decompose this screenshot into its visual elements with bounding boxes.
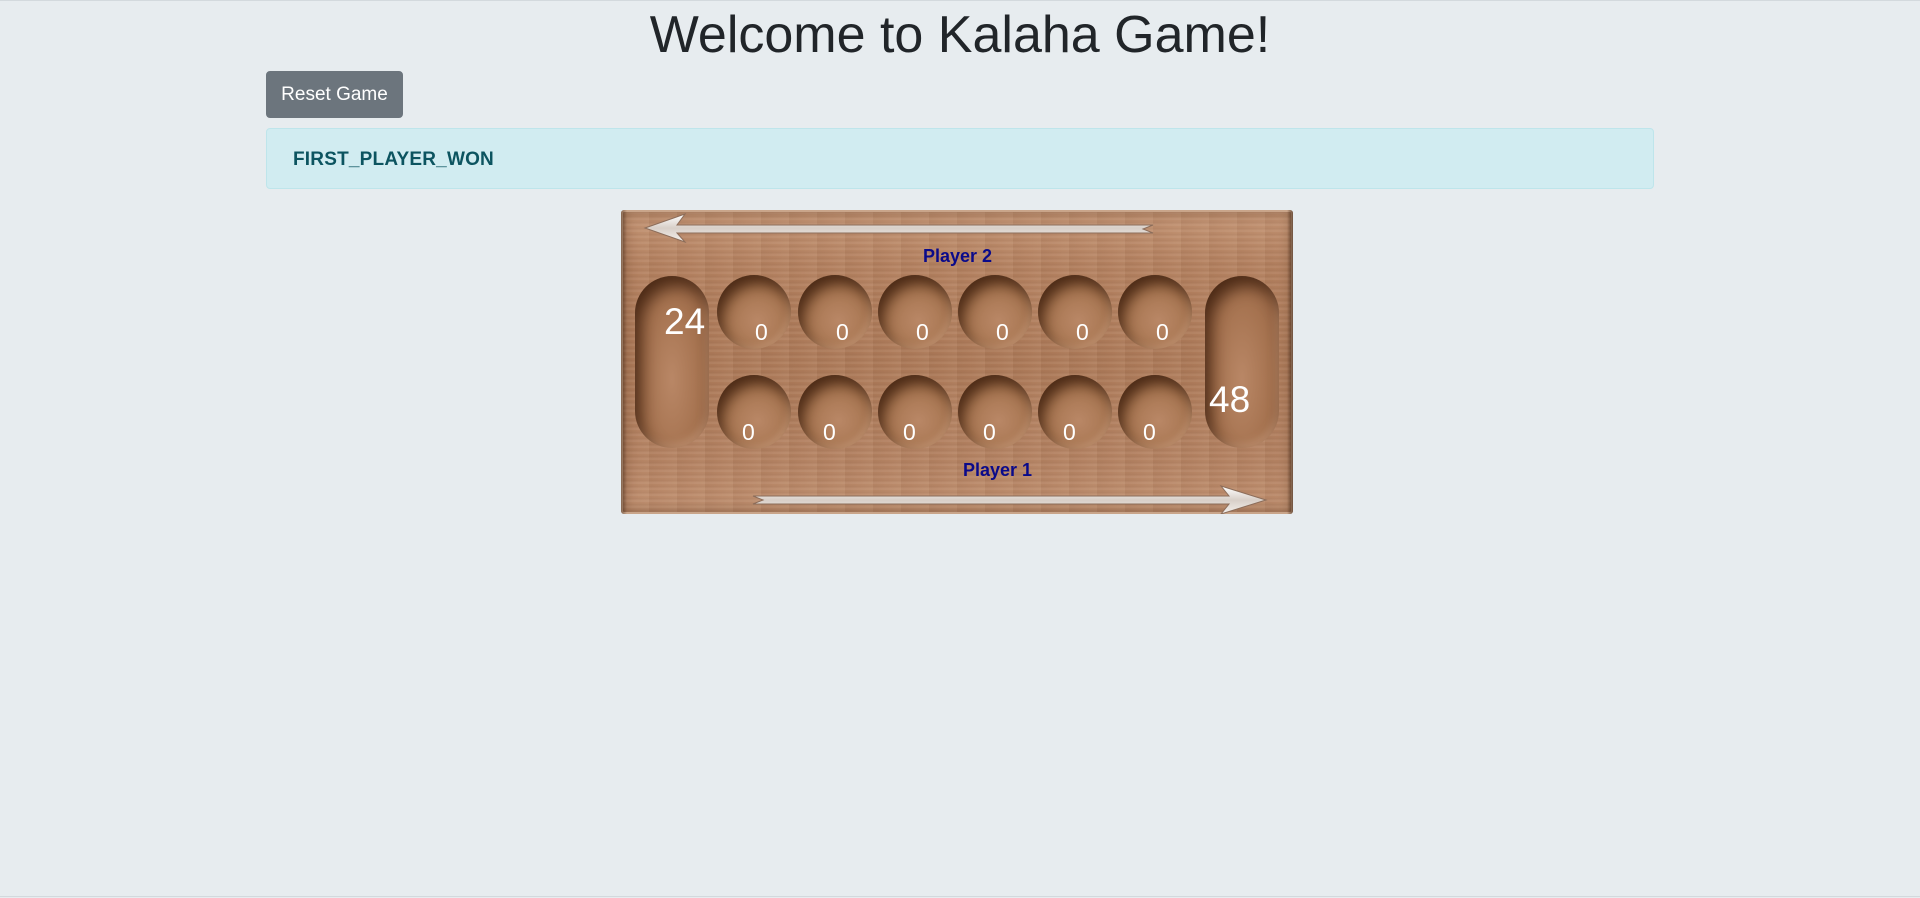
pit-count: 0 xyxy=(983,419,996,445)
player-1-store: 48 xyxy=(1205,276,1279,448)
pit-count: 0 xyxy=(1076,319,1089,345)
top-border xyxy=(0,0,1920,1)
pit-count: 0 xyxy=(742,419,755,445)
left-arrow-icon xyxy=(643,212,1154,244)
status-alert: FIRST_PLAYER_WON xyxy=(266,128,1654,189)
player-2-pit[interactable]: 0 xyxy=(1118,275,1192,349)
player-2-store: 24 xyxy=(635,276,709,448)
right-arrow-icon xyxy=(752,485,1268,514)
player-1-pit[interactable]: 0 xyxy=(717,375,791,449)
player-2-store-count: 24 xyxy=(664,301,706,342)
board-edge-right xyxy=(1287,210,1293,514)
pit-count: 0 xyxy=(1156,319,1169,345)
player-1-pit[interactable]: 0 xyxy=(1038,375,1112,449)
player-2-pit[interactable]: 0 xyxy=(1038,275,1112,349)
bottom-border xyxy=(0,896,1920,897)
kalaha-board: Player 2 24 0 0 0 0 0 0 0 0 0 0 0 0 48 P… xyxy=(621,210,1293,514)
player-2-pit[interactable]: 0 xyxy=(878,275,952,349)
player-2-pit[interactable]: 0 xyxy=(717,275,791,349)
pit-count: 0 xyxy=(903,419,916,445)
player-1-store-count: 48 xyxy=(1209,379,1251,420)
player-1-pit[interactable]: 0 xyxy=(798,375,872,449)
pit-count: 0 xyxy=(1143,419,1156,445)
board-edge-left xyxy=(621,210,627,514)
player-2-pit[interactable]: 0 xyxy=(958,275,1032,349)
pit-count: 0 xyxy=(823,419,836,445)
reset-game-button[interactable]: Reset Game xyxy=(266,71,403,118)
pit-count: 0 xyxy=(916,319,929,345)
player-1-pit[interactable]: 0 xyxy=(958,375,1032,449)
pit-count: 0 xyxy=(755,319,768,345)
player-1-pit[interactable]: 0 xyxy=(1118,375,1192,449)
player-1-pit[interactable]: 0 xyxy=(878,375,952,449)
page-title: Welcome to Kalaha Game! xyxy=(649,6,1271,64)
pit-count: 0 xyxy=(1063,419,1076,445)
player-2-pit[interactable]: 0 xyxy=(798,275,872,349)
player-2-label: Player 2 xyxy=(923,246,993,266)
pit-count: 0 xyxy=(996,319,1009,345)
pit-count: 0 xyxy=(836,319,849,345)
player-1-label: Player 1 xyxy=(963,460,1033,480)
status-message: FIRST_PLAYER_WON xyxy=(293,149,494,170)
